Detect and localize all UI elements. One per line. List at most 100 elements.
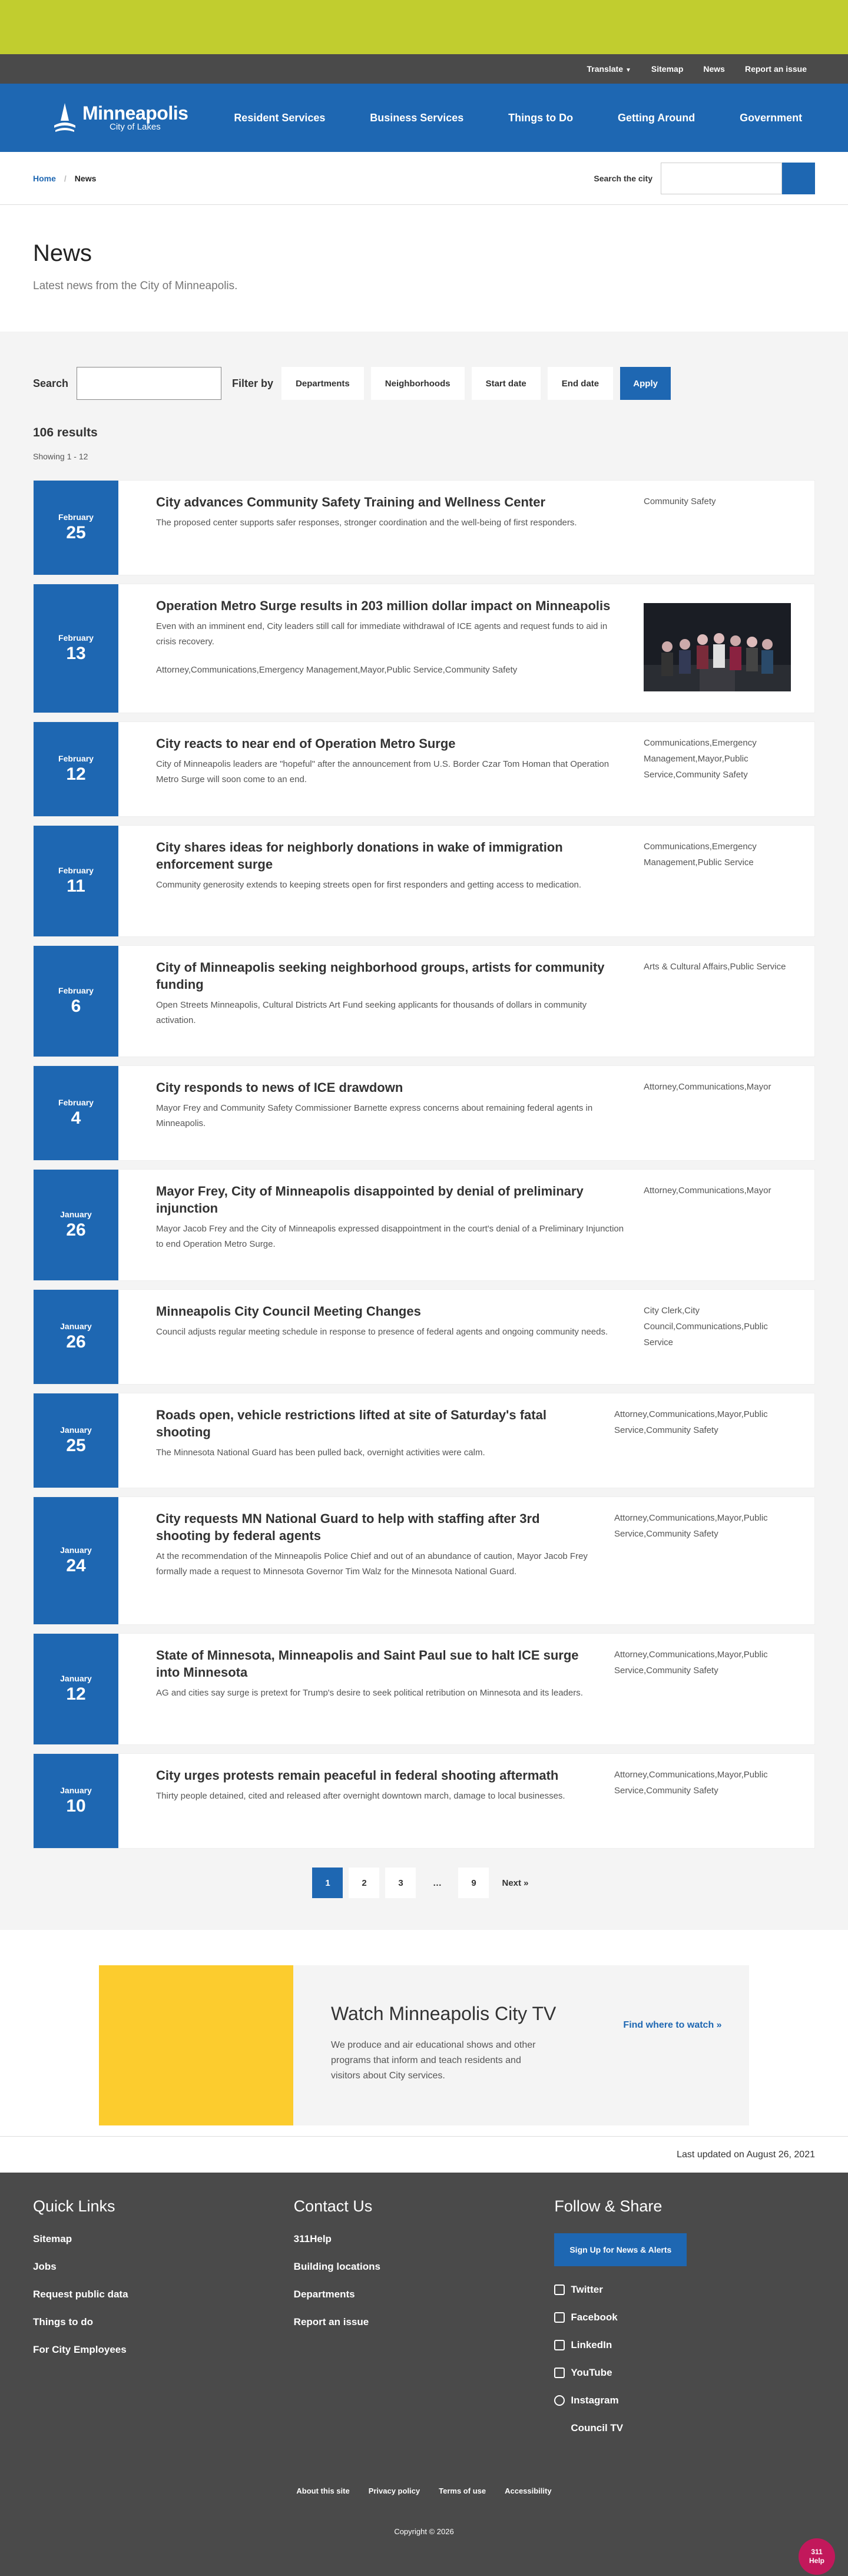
nav-resident-services[interactable]: Resident Services	[234, 112, 325, 124]
date-day: 25	[66, 1436, 86, 1455]
page-subtitle: Latest news from the City of Minneapolis…	[33, 280, 238, 292]
social-instagram[interactable]: Instagram	[554, 2395, 815, 2406]
news-title[interactable]: City responds to news of ICE drawdown	[156, 1079, 626, 1096]
site-footer: Quick Links Sitemap Jobs Request public …	[0, 2173, 848, 2576]
site-search-label: Search the city	[594, 173, 652, 183]
contact-us: Contact Us 311Help Building locations De…	[294, 2197, 555, 2450]
news-title[interactable]: City shares ideas for neighborly donatio…	[156, 839, 626, 873]
linkedin-icon	[554, 2340, 565, 2350]
signup-button[interactable]: Sign Up for News & Alerts	[554, 2233, 687, 2266]
site-search-button[interactable]	[782, 162, 815, 194]
social-label: Instagram	[571, 2395, 619, 2406]
about-site-link[interactable]: About this site	[296, 2486, 349, 2495]
date-month: January	[60, 1322, 92, 1331]
news-search-input[interactable]	[77, 367, 222, 400]
nav-getting-around[interactable]: Getting Around	[618, 112, 695, 124]
help-label: Help	[809, 2557, 824, 2565]
news-card[interactable]: February 11 City shares ideas for neighbo…	[33, 825, 815, 937]
date-day: 12	[66, 1684, 86, 1704]
page-9-button[interactable]: 9	[458, 1868, 489, 1898]
news-card[interactable]: January 26 Minneapolis City Council Meeti…	[33, 1289, 815, 1385]
end-date-input[interactable]: End date	[547, 367, 614, 400]
social-youtube[interactable]: YouTube	[554, 2367, 815, 2379]
news-card[interactable]: February 25 City advances Community Safet…	[33, 480, 815, 575]
date-badge: February 13	[34, 584, 118, 713]
footer-link-departments[interactable]: Departments	[294, 2289, 555, 2300]
terms-of-use-link[interactable]: Terms of use	[439, 2486, 486, 2495]
news-card[interactable]: January 12 State of Minnesota, Minneapoli…	[33, 1633, 815, 1745]
news-card[interactable]: February 6 City of Minneapolis seeking ne…	[33, 945, 815, 1057]
footer-link-311help[interactable]: 311Help	[294, 2233, 555, 2245]
filter-label: Filter by	[232, 377, 274, 389]
social-council-tv[interactable]: Council TV	[554, 2422, 815, 2434]
nav-government[interactable]: Government	[740, 112, 802, 124]
date-day: 4	[71, 1108, 81, 1128]
privacy-policy-link[interactable]: Privacy policy	[369, 2486, 420, 2495]
nav-business-services[interactable]: Business Services	[370, 112, 463, 124]
news-card[interactable]: February 12 City reacts to near end of Op…	[33, 721, 815, 817]
news-link[interactable]: News	[703, 64, 725, 74]
footer-link-things-to-do[interactable]: Things to do	[33, 2316, 294, 2328]
news-title[interactable]: City requests MN National Guard to help …	[156, 1510, 597, 1544]
news-card[interactable]: January 10 City urges protests remain pea…	[33, 1753, 815, 1849]
social-twitter[interactable]: Twitter	[554, 2284, 815, 2296]
news-title[interactable]: State of Minnesota, Minneapolis and Sain…	[156, 1647, 597, 1681]
news-title[interactable]: Operation Metro Surge results in 203 mil…	[156, 597, 626, 614]
page-2-button[interactable]: 2	[349, 1868, 380, 1898]
promo-link[interactable]: Find where to watch »	[596, 1965, 749, 2125]
news-card[interactable]: February 13 Operation Metro Surge results…	[33, 584, 815, 713]
page-1-button[interactable]: 1	[312, 1868, 343, 1898]
date-badge: January 26	[34, 1170, 118, 1280]
last-updated: Last updated on August 26, 2021	[0, 2136, 848, 2173]
social-facebook[interactable]: Facebook	[554, 2312, 815, 2323]
news-title[interactable]: City reacts to near end of Operation Met…	[156, 735, 626, 752]
news-title[interactable]: City urges protests remain peaceful in f…	[156, 1767, 597, 1784]
logo-name: Minneapolis	[82, 102, 188, 124]
footer-link-report-issue[interactable]: Report an issue	[294, 2316, 555, 2328]
city-logo-icon	[54, 103, 75, 132]
breadcrumb-bar: Home / News Search the city	[0, 152, 848, 205]
footer-link-building-locations[interactable]: Building locations	[294, 2261, 555, 2273]
apply-button[interactable]: Apply	[620, 367, 671, 400]
date-month: February	[58, 986, 94, 995]
news-card[interactable]: January 26 Mayor Frey, City of Minneapoli…	[33, 1169, 815, 1281]
quick-links-title: Quick Links	[33, 2197, 115, 2215]
news-summary: Open Streets Minneapolis, Cultural Distr…	[156, 1000, 587, 1025]
news-title[interactable]: Minneapolis City Council Meeting Changes	[156, 1303, 626, 1320]
footer-link-jobs[interactable]: Jobs	[33, 2261, 294, 2273]
news-title[interactable]: City advances Community Safety Training …	[156, 494, 626, 511]
news-tags: Arts & Cultural Affairs,Public Service	[644, 962, 786, 972]
news-title[interactable]: City of Minneapolis seeking neighborhood…	[156, 959, 626, 993]
follow-share: Follow & Share Sign Up for News & Alerts…	[554, 2197, 815, 2450]
accessibility-link[interactable]: Accessibility	[505, 2486, 552, 2495]
date-month: January	[60, 1786, 92, 1795]
news-title[interactable]: Roads open, vehicle restrictions lifted …	[156, 1406, 597, 1441]
start-date-input[interactable]: Start date	[471, 367, 541, 400]
news-tags: Attorney,Communications,Mayor	[644, 1082, 771, 1092]
social-linkedin[interactable]: LinkedIn	[554, 2339, 815, 2351]
city-logo[interactable]: Minneapolis City of Lakes	[53, 102, 188, 134]
footer-link-public-data[interactable]: Request public data	[33, 2289, 294, 2300]
date-month: February	[58, 754, 94, 763]
news-card[interactable]: January 25 Roads open, vehicle restrictio…	[33, 1393, 815, 1488]
footer-link-sitemap[interactable]: Sitemap	[33, 2233, 294, 2245]
translate-button[interactable]: Translate ▼	[587, 64, 631, 74]
utility-bar: Translate ▼ Sitemap News Report an issue	[0, 54, 848, 84]
news-card[interactable]: February 4 City responds to news of ICE d…	[33, 1065, 815, 1161]
nav-things-to-do[interactable]: Things to Do	[508, 112, 573, 124]
news-card[interactable]: January 24 City requests MN National Guar…	[33, 1496, 815, 1625]
news-tags: Attorney,Communications,Mayor,Public Ser…	[614, 1770, 768, 1796]
departments-select[interactable]: Departments	[281, 367, 364, 400]
next-page-button[interactable]: Next »	[495, 1868, 535, 1898]
site-search-input[interactable]	[661, 162, 782, 194]
report-issue-link[interactable]: Report an issue	[745, 64, 807, 74]
help-311-button[interactable]: 311 Help	[799, 2538, 835, 2575]
breadcrumb-home[interactable]: Home	[33, 174, 56, 183]
breadcrumb-separator: /	[64, 173, 67, 183]
news-summary: Mayor Frey and Community Safety Commissi…	[156, 1103, 593, 1128]
neighborhoods-select[interactable]: Neighborhoods	[370, 367, 465, 400]
news-title[interactable]: Mayor Frey, City of Minneapolis disappoi…	[156, 1183, 626, 1217]
page-3-button[interactable]: 3	[385, 1868, 416, 1898]
footer-link-employees[interactable]: For City Employees	[33, 2344, 294, 2356]
sitemap-link[interactable]: Sitemap	[651, 64, 683, 74]
